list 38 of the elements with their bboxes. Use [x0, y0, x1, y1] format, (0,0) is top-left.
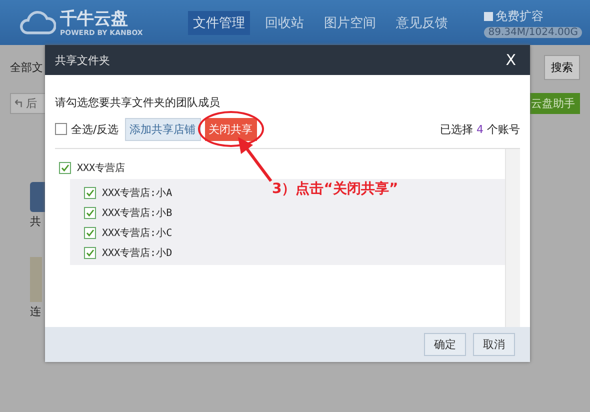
member-name: XXX专营店:小B: [102, 206, 172, 220]
logo-title: 千牛云盘: [60, 8, 129, 28]
member-name: XXX专营店:小D: [102, 246, 172, 260]
checkbox[interactable]: [55, 123, 67, 135]
checkbox[interactable]: [84, 227, 96, 239]
dialog-title: 共享文件夹: [55, 52, 110, 68]
file-thumbnail[interactable]: [30, 257, 42, 302]
member-name: XXX专营店:小A: [102, 186, 172, 200]
member-name: XXX专营店:小C: [102, 226, 172, 240]
close-button[interactable]: X: [502, 51, 520, 69]
dialog-button[interactable]: 确定: [424, 333, 466, 356]
close-share-button[interactable]: 关闭共享: [204, 118, 257, 140]
shop-name: XXX专营店: [77, 162, 126, 175]
arrow: [238, 137, 272, 182]
nav-tab[interactable]: 回收站: [260, 10, 309, 34]
upgrade-link[interactable]: 免费扩容: [484, 8, 582, 24]
quota-text: 89.34M/1024.00G: [484, 26, 582, 38]
dialog-button[interactable]: 取消: [473, 333, 515, 356]
file-name: 连: [30, 304, 41, 319]
add-shop-button[interactable]: 添加共享店铺: [124, 118, 201, 140]
scrollbar[interactable]: [505, 149, 520, 327]
selected-count: 已选择 4 个账号: [440, 122, 520, 136]
breadcrumb: 全部文: [10, 60, 43, 74]
search-button[interactable]: 搜索: [544, 54, 580, 80]
nav-tab[interactable]: 文件管理: [188, 10, 250, 34]
back-arrow-icon: [15, 99, 24, 108]
checkbox[interactable]: [59, 162, 71, 174]
folder-icon[interactable]: [30, 182, 46, 212]
select-all-label: 全选/反选: [71, 122, 119, 136]
checkbox[interactable]: [84, 187, 96, 199]
annotation-text: 3）点击“关闭共享”: [272, 180, 398, 198]
checkbox[interactable]: [84, 207, 96, 219]
folder-name: 共: [30, 214, 41, 229]
instruction-text: 请勾选您要共享文件夹的团队成员: [55, 95, 221, 110]
nav-tab[interactable]: 图片空间: [319, 10, 381, 34]
nav-tab[interactable]: 意见反馈: [391, 10, 453, 34]
cloud-logo-icon: [20, 8, 56, 36]
checkbox[interactable]: [84, 247, 96, 259]
